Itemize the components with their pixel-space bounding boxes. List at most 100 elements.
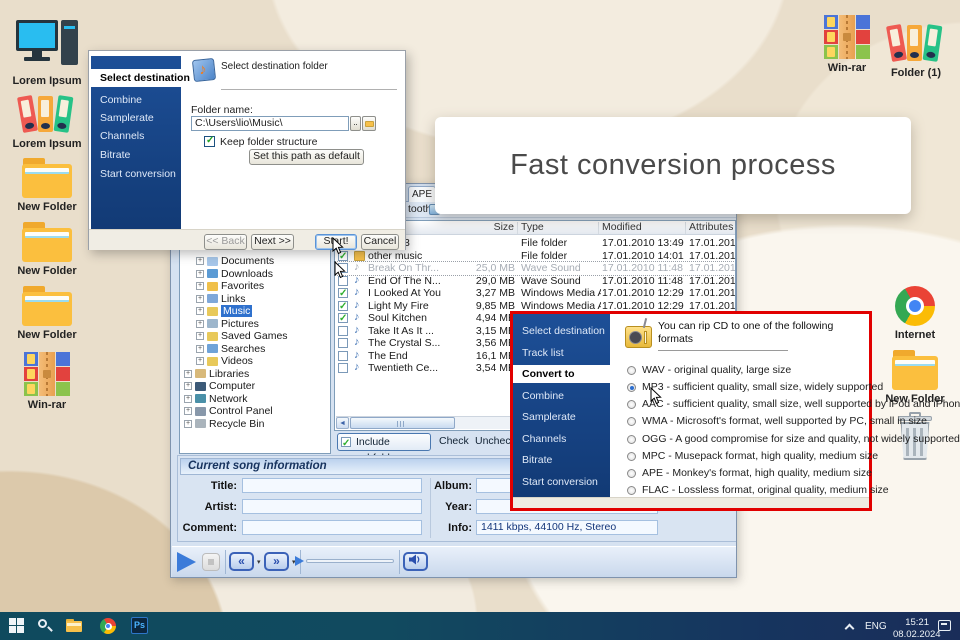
expand-icon[interactable]: +: [184, 394, 192, 403]
scroll-left-arrow[interactable]: ◄: [336, 417, 349, 429]
sidebar-item-select-destination[interactable]: Select destination: [513, 322, 610, 340]
expand-icon[interactable]: +: [196, 269, 204, 278]
clock[interactable]: 15:21 08.02.2024: [893, 617, 941, 640]
column-size[interactable]: Size: [455, 221, 514, 234]
chrome-icon[interactable]: [100, 618, 116, 634]
radio-icon[interactable]: [627, 416, 636, 426]
desktop-icon-winrar-2[interactable]: Win-rar: [809, 15, 885, 74]
column-type[interactable]: Type: [521, 221, 544, 234]
format-option-mpc[interactable]: MPC - Musepack format, high quality, med…: [627, 449, 878, 463]
notification-center-icon[interactable]: [938, 620, 951, 631]
format-option-aac[interactable]: AAC - sufficient quality, small size, we…: [627, 397, 960, 411]
sidebar-item-samplerate[interactable]: Samplerate: [91, 109, 181, 127]
tree-item-control-panel[interactable]: + Control Panel: [180, 405, 273, 418]
tree-item-pictures[interactable]: + Pictures: [180, 318, 259, 331]
expand-icon[interactable]: +: [196, 282, 204, 291]
radio-icon[interactable]: [627, 382, 636, 392]
file-row[interactable]: I Looked At You3,27 MBWindows Media Audi…: [335, 286, 735, 300]
file-explorer-icon[interactable]: [66, 617, 84, 635]
rewind-button[interactable]: «: [229, 552, 254, 571]
file-row[interactable]: End Of The N...29,0 MBWave Sound17.01.20…: [335, 274, 735, 288]
volume-button[interactable]: [403, 552, 428, 571]
tray-chevron-icon[interactable]: [844, 623, 855, 634]
file-row[interactable]: other music File folder 17.01.2010 14:01 17…: [335, 250, 735, 263]
file-row[interactable]: Break On Thr...25,0 MBWave Sound17.01.20…: [335, 261, 735, 276]
expand-icon[interactable]: +: [196, 357, 204, 366]
sidebar-item-convert-to[interactable]: Convert to: [513, 365, 610, 383]
desktop-icon-computer[interactable]: Lorem Ipsum: [9, 20, 85, 87]
sidebar-item-start-conversion[interactable]: Start conversion: [91, 165, 181, 183]
seek-slider-thumb[interactable]: [295, 556, 304, 566]
column-attributes[interactable]: Attributes: [689, 221, 733, 234]
sidebar-item-start-conversion[interactable]: Start conversion: [513, 473, 610, 491]
tree-item-libraries[interactable]: + Libraries: [180, 368, 249, 381]
format-option-flac[interactable]: FLAC - Lossless format, original quality…: [627, 483, 889, 497]
cancel-button[interactable]: Cancel: [361, 234, 399, 250]
tree-item-downloads[interactable]: + Downloads: [180, 268, 273, 281]
radio-icon[interactable]: [627, 399, 636, 409]
language-indicator[interactable]: ENG: [865, 621, 887, 632]
forward-button[interactable]: »: [264, 552, 289, 571]
format-option-ogg[interactable]: OGG - A good compromise for size and qua…: [627, 432, 960, 446]
row-checkbox[interactable]: [338, 288, 348, 300]
desktop-icon-new-folder-3[interactable]: New Folder: [9, 286, 85, 341]
play-button[interactable]: [177, 552, 196, 572]
radio-icon[interactable]: [627, 468, 636, 478]
radio-icon[interactable]: [627, 434, 636, 444]
desktop-icon-winrar[interactable]: Win-rar: [9, 352, 85, 411]
row-checkbox[interactable]: [338, 313, 348, 325]
format-option-ape[interactable]: APE - Monkey's format, high quality, med…: [627, 466, 872, 480]
sidebar-item-bitrate[interactable]: Bitrate: [91, 146, 181, 164]
comment-field[interactable]: [242, 520, 422, 535]
desktop-icon-internet[interactable]: Internet: [877, 286, 953, 341]
expand-icon[interactable]: +: [196, 294, 204, 303]
sidebar-item-channels[interactable]: Channels: [513, 430, 610, 448]
desktop-icon-folder1[interactable]: Folder (1): [878, 22, 954, 79]
tree-item-recycle-bin[interactable]: + Recycle Bin: [180, 418, 264, 431]
expand-icon[interactable]: +: [196, 307, 204, 316]
scrollbar-thumb[interactable]: [350, 417, 455, 429]
tree-item-music[interactable]: + Music: [180, 305, 253, 318]
column-modified[interactable]: Modified: [602, 221, 642, 234]
sidebar-item-combine[interactable]: Combine: [513, 387, 610, 405]
artist-field[interactable]: [242, 499, 422, 514]
format-option-wma[interactable]: WMA - Microsoft's format, well supported…: [627, 414, 927, 428]
tree-item-network[interactable]: + Network: [180, 393, 248, 406]
browse-button[interactable]: ..: [350, 116, 361, 131]
sidebar-item-combine[interactable]: Combine: [91, 91, 181, 109]
rewind-dropdown-icon[interactable]: ▾: [257, 558, 261, 566]
format-option-mp3[interactable]: MP3 - sufficient quality, small size, wi…: [627, 380, 883, 394]
tree-item-links[interactable]: + Links: [180, 293, 246, 306]
row-checkbox[interactable]: [338, 350, 348, 361]
keep-folder-checkbox[interactable]: [204, 135, 215, 147]
sidebar-item-bitrate[interactable]: Bitrate: [513, 451, 610, 469]
expand-icon[interactable]: +: [184, 419, 192, 428]
expand-icon[interactable]: +: [196, 332, 204, 341]
check-button[interactable]: Check: [439, 435, 469, 447]
photoshop-icon[interactable]: Ps: [131, 617, 148, 634]
radio-icon[interactable]: [627, 451, 636, 461]
sidebar-item-track-list[interactable]: Track list: [513, 344, 610, 362]
radio-icon[interactable]: [627, 365, 636, 375]
next-button[interactable]: Next >>: [251, 234, 294, 250]
expand-icon[interactable]: +: [196, 344, 204, 353]
expand-icon[interactable]: +: [184, 382, 192, 391]
radio-icon[interactable]: [627, 485, 636, 495]
desktop-icon-binders[interactable]: Lorem Ipsum: [9, 93, 85, 150]
tab-ape[interactable]: APE: [408, 186, 436, 202]
sidebar-item-samplerate[interactable]: Samplerate: [513, 408, 610, 426]
tree-item-documents[interactable]: + Documents: [180, 255, 274, 268]
folder-path-input[interactable]: C:\Users\lio\Music\: [191, 116, 349, 131]
set-default-path-button[interactable]: Set this path as default: [249, 149, 364, 165]
sidebar-item-channels[interactable]: Channels: [91, 127, 181, 145]
expand-icon[interactable]: +: [196, 319, 204, 328]
tree-item-saved-games[interactable]: + Saved Games: [180, 330, 288, 343]
row-checkbox[interactable]: [338, 300, 348, 313]
format-option-wav[interactable]: WAV - original quality, large size: [627, 363, 791, 377]
start-button[interactable]: [9, 617, 27, 635]
expand-icon[interactable]: +: [196, 257, 204, 266]
title-field[interactable]: [242, 478, 422, 493]
info-field[interactable]: 1411 kbps, 44100 Hz, Stereo: [476, 520, 658, 535]
desktop-icon-new-folder-2[interactable]: New Folder: [9, 222, 85, 277]
sidebar-item-select-destination[interactable]: Select destination: [91, 69, 190, 87]
